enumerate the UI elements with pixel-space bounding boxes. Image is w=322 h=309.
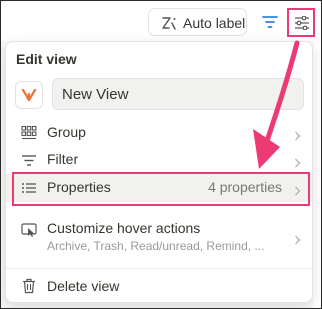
auto-label-text: Auto label [183,15,246,31]
menu-item-label: Delete view [47,278,120,294]
menu-divider [6,268,312,269]
menu-item-label: Group [47,124,86,140]
menu-item-filter[interactable]: Filter [6,146,312,174]
cursor-box-icon [21,222,37,238]
magic-wand-icon [160,14,178,32]
toolbar: Auto label [1,1,321,41]
sliders-icon [295,16,309,30]
view-settings-button[interactable] [287,8,315,37]
view-name-input[interactable] [52,78,304,110]
menu-item-label: Customize hover actions [47,220,201,236]
properties-count: 4 properties [208,179,282,195]
filter-icon[interactable] [261,14,279,30]
view-logo-icon [21,88,37,102]
menu-item-delete-view[interactable]: Delete view [6,274,312,300]
background-strip [313,41,321,308]
view-icon-button[interactable] [15,81,43,109]
edit-view-panel: Edit view Group [5,41,313,303]
chevron-right-icon [294,232,301,245]
grid-icon [21,125,37,141]
menu-item-group[interactable]: Group [6,119,312,147]
menu-item-hover-actions[interactable]: Customize hover actions Archive, Trash, … [6,214,312,258]
chevron-right-icon [294,128,301,141]
panel-title: Edit view [16,51,77,67]
app-frame: Auto label Edit view New View Group Filt… [0,0,322,309]
menu-item-label: Filter [47,151,79,167]
chevron-right-icon [294,183,301,196]
list-icon [21,180,37,196]
trash-icon [21,278,37,294]
auto-label-button[interactable]: Auto label [148,8,247,36]
menu-item-label: Properties [47,179,111,195]
menu-item-properties[interactable]: Properties 4 properties [6,174,312,202]
filter-lines-icon [21,152,37,168]
menu-item-subtitle: Archive, Trash, Read/unread, Remind, ... [47,239,265,253]
chevron-right-icon [294,155,301,168]
